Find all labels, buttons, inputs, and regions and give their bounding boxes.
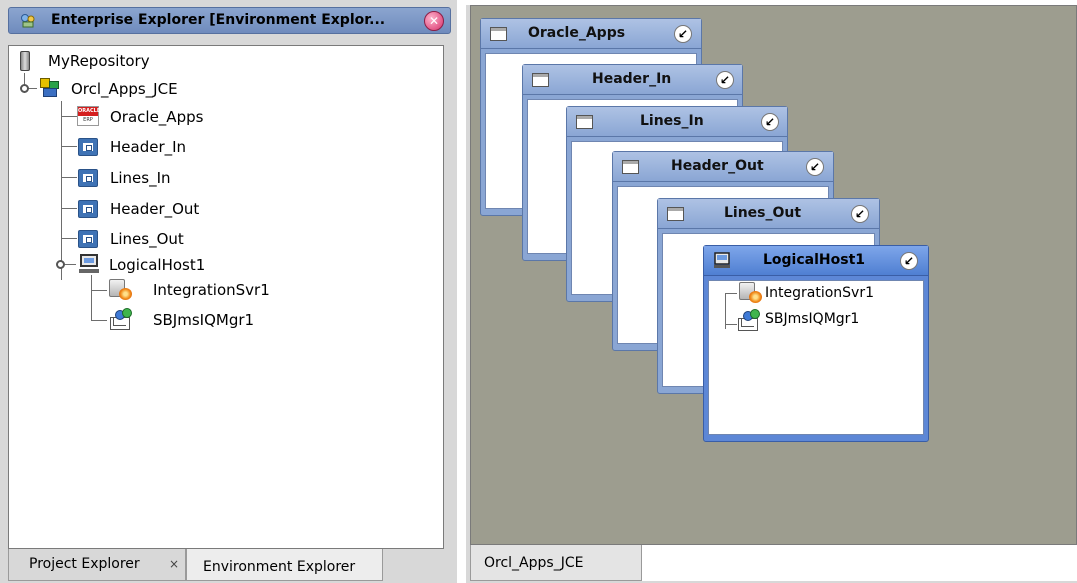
component-icon xyxy=(78,230,98,248)
window-logical-host[interactable]: LogicalHost1 IntegrationSvr1 SBJmsIQMgr1 xyxy=(703,245,929,442)
restore-icon[interactable] xyxy=(674,25,692,43)
logical-host-icon xyxy=(714,252,730,268)
window-header[interactable]: Lines_In xyxy=(567,107,787,137)
logical-host-icon xyxy=(79,254,99,274)
environment-icon xyxy=(40,78,60,98)
window-icon xyxy=(532,73,549,87)
environment-editor-panel: Oracle_Apps Header_In Lines_In xyxy=(466,5,1077,583)
tree-item-environment[interactable]: Orcl_Apps_JCE xyxy=(35,76,255,102)
window-body: IntegrationSvr1 SBJmsIQMgr1 xyxy=(708,280,924,435)
tree-item-label: IntegrationSvr1 xyxy=(153,281,270,299)
tab-environment-explorer[interactable]: Environment Explorer xyxy=(186,549,383,581)
close-icon[interactable]: ✕ xyxy=(424,11,444,31)
tree-item-label: Header_Out xyxy=(110,200,200,218)
tab-orcl-apps-jce[interactable]: Orcl_Apps_JCE xyxy=(470,545,642,581)
erp-icon-text: ERP xyxy=(83,117,93,123)
tree-item-header-in[interactable]: Header_In xyxy=(77,134,297,160)
tree-item-label: Header_In xyxy=(110,138,187,156)
tab-label: Environment Explorer xyxy=(203,559,356,575)
restore-icon[interactable] xyxy=(851,205,869,223)
tree-item-label: LogicalHost1 xyxy=(109,256,206,274)
tree-item-label: SBJmsIQMgr1 xyxy=(153,311,255,329)
tree-connector xyxy=(61,116,77,117)
window-header[interactable]: Oracle_Apps xyxy=(481,19,701,49)
tree-connector xyxy=(61,238,77,239)
tree-connector xyxy=(91,320,107,321)
oracle-icon-text: ORACLE xyxy=(78,107,101,116)
tree-item-label: Lines_In xyxy=(110,169,171,187)
tree-connector xyxy=(725,293,737,294)
explorer-title: Enterprise Explorer [Environment Explor.… xyxy=(51,12,386,28)
tree-item-oracle-apps[interactable]: ORACLE ERP Oracle_Apps xyxy=(77,104,297,130)
tab-label: Project Explorer xyxy=(29,556,140,572)
window-title: Header_Out xyxy=(671,158,764,174)
host-item-label: IntegrationSvr1 xyxy=(765,285,874,301)
tree-item-logical-host[interactable]: LogicalHost1 xyxy=(76,252,296,278)
explorer-app-icon xyxy=(21,14,35,28)
environment-canvas[interactable]: Oracle_Apps Header_In Lines_In xyxy=(470,5,1077,545)
tree-connector xyxy=(61,177,77,178)
explorer-title-bar[interactable]: Enterprise Explorer [Environment Explor.… xyxy=(8,7,451,34)
tree-connector xyxy=(61,208,77,209)
jms-iq-manager-icon xyxy=(737,309,763,331)
tree-connector xyxy=(64,264,76,265)
expand-toggle-icon[interactable] xyxy=(56,260,65,269)
tab-project-explorer[interactable]: Project Explorer × xyxy=(8,549,186,581)
window-header[interactable]: LogicalHost1 xyxy=(704,246,928,276)
environment-tree: MyRepository Orcl_Apps_JCE ORACLE ERP Or… xyxy=(8,45,444,549)
tab-label: Orcl_Apps_JCE xyxy=(484,555,584,571)
tree-item-jms-manager[interactable]: SBJmsIQMgr1 xyxy=(107,307,327,333)
integration-server-icon xyxy=(107,279,133,301)
oracle-erp-icon: ORACLE ERP xyxy=(77,106,101,126)
tree-connector xyxy=(91,290,107,291)
restore-icon[interactable] xyxy=(900,252,918,270)
tree-connector xyxy=(91,275,92,320)
restore-icon[interactable] xyxy=(806,158,824,176)
expand-toggle-icon[interactable] xyxy=(20,84,29,93)
explorer-tab-bar: Project Explorer × Environment Explorer xyxy=(8,549,453,581)
tree-item-integration-server[interactable]: IntegrationSvr1 xyxy=(107,277,327,303)
jms-iq-manager-icon xyxy=(109,308,135,330)
tree-item-label: Lines_Out xyxy=(110,230,184,248)
window-icon xyxy=(490,27,507,41)
window-title: LogicalHost1 xyxy=(763,252,866,268)
tree-item-label: Oracle_Apps xyxy=(110,108,204,126)
host-item-jms-manager[interactable]: SBJmsIQMgr1 xyxy=(737,309,927,337)
tree-item-lines-out[interactable]: Lines_Out xyxy=(77,226,297,252)
tree-connector xyxy=(61,101,62,280)
restore-icon[interactable] xyxy=(716,71,734,89)
tree-item-label: Orcl_Apps_JCE xyxy=(71,80,178,98)
window-title: Lines_In xyxy=(640,113,704,129)
window-icon xyxy=(667,207,684,221)
tree-item-repository[interactable]: MyRepository xyxy=(14,48,214,74)
window-header[interactable]: Lines_Out xyxy=(658,199,879,229)
component-icon xyxy=(78,169,98,187)
window-header[interactable]: Header_In xyxy=(523,65,742,95)
tab-close-icon[interactable]: × xyxy=(169,557,179,571)
component-icon xyxy=(78,200,98,218)
tree-connector xyxy=(61,146,77,147)
editor-tab-bar: Orcl_Apps_JCE xyxy=(470,545,1077,581)
tree-connector xyxy=(725,324,737,325)
host-item-integration-server[interactable]: IntegrationSvr1 xyxy=(737,281,927,307)
window-header[interactable]: Header_Out xyxy=(613,152,833,182)
window-icon xyxy=(622,160,639,174)
tree-item-label: MyRepository xyxy=(48,52,150,70)
window-title: Header_In xyxy=(592,71,672,87)
tree-item-header-out[interactable]: Header_Out xyxy=(77,196,297,222)
host-item-label: SBJmsIQMgr1 xyxy=(765,311,860,327)
integration-server-icon xyxy=(737,282,763,304)
window-title: Lines_Out xyxy=(724,205,802,221)
restore-icon[interactable] xyxy=(761,113,779,131)
tree-item-lines-in[interactable]: Lines_In xyxy=(77,165,297,191)
component-icon xyxy=(78,138,98,156)
repository-icon xyxy=(20,51,30,71)
window-icon xyxy=(576,115,593,129)
window-title: Oracle_Apps xyxy=(528,25,626,41)
enterprise-explorer-panel: Enterprise Explorer [Environment Explor.… xyxy=(0,0,457,583)
